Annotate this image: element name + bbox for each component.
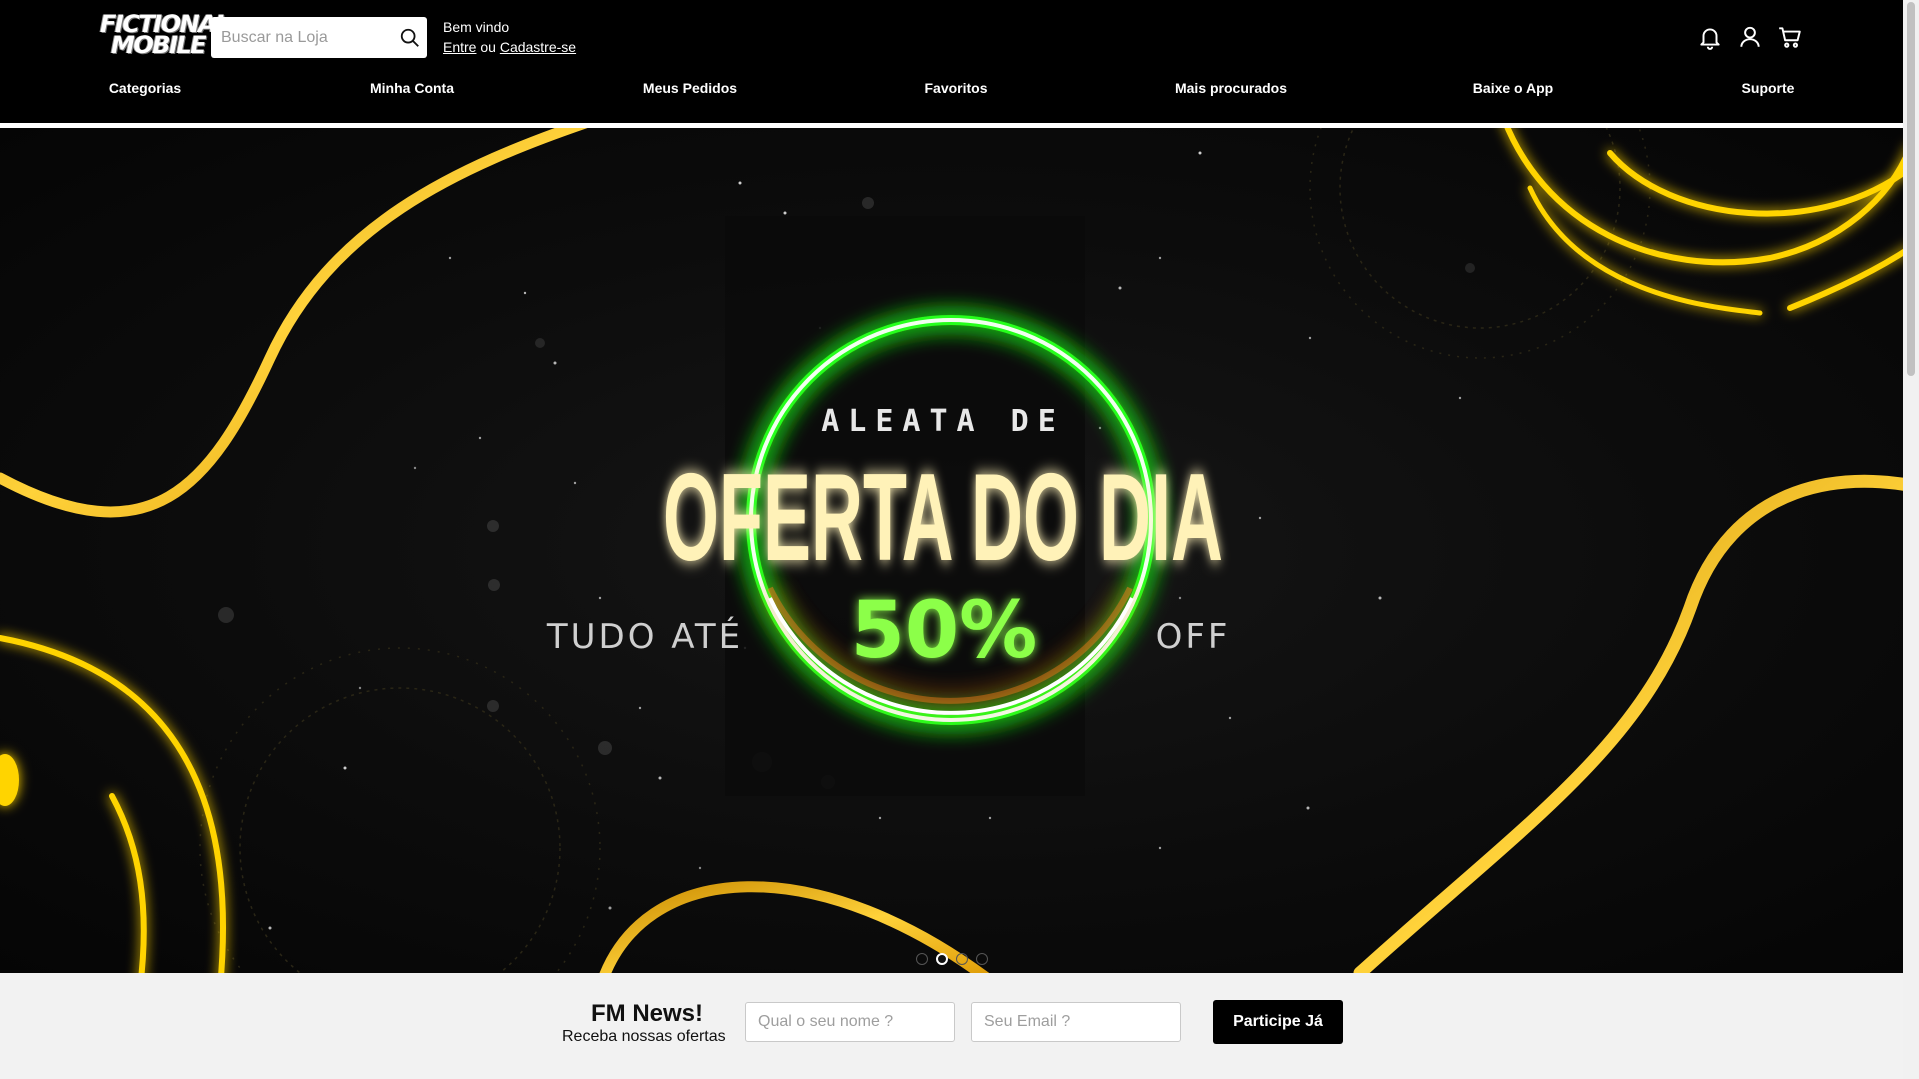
search-icon[interactable] xyxy=(399,27,421,49)
page-scrollbar[interactable] xyxy=(1903,0,1919,1079)
bell-icon[interactable] xyxy=(1697,24,1723,50)
carousel-dot-1[interactable] xyxy=(916,953,928,965)
hero-eyebrow: ALEATA DE xyxy=(821,404,1065,439)
carousel-dot-4[interactable] xyxy=(976,953,988,965)
nav-item-favoritos[interactable]: Favoritos xyxy=(924,80,987,96)
nav-item-meus-pedidos[interactable]: Meus Pedidos xyxy=(643,80,737,96)
auth-separator: ou xyxy=(476,39,500,55)
nav-item-minha-conta[interactable]: Minha Conta xyxy=(370,80,454,96)
carousel-dot-3[interactable] xyxy=(956,953,968,965)
hero-headline: OFERTA DO DIA xyxy=(663,449,1223,587)
brand-logo[interactable]: FICTIONAL MOBILE xyxy=(100,12,231,60)
page: FICTIONAL MOBILE Bem vindo Entre ou Cada… xyxy=(0,0,1919,1079)
newsletter-subtitle: Receba nossas ofertas xyxy=(562,1028,726,1045)
nav-item-baixe-o-app[interactable]: Baixe o App xyxy=(1473,80,1553,96)
hero-headline-group: OFERTA DO DIA xyxy=(663,449,1223,587)
user-icon[interactable] xyxy=(1737,24,1763,50)
carousel-dots xyxy=(916,953,988,967)
welcome-greeting: Bem vindo xyxy=(443,19,510,35)
logo-line-2: MOBILE xyxy=(111,31,207,59)
welcome-block: Bem vindo Entre ou Cadastre-se xyxy=(443,17,576,57)
scrollbar-thumb[interactable] xyxy=(1907,2,1915,376)
search-box xyxy=(211,17,427,58)
hero-suffix: OFF xyxy=(1156,617,1231,657)
hero-banner[interactable]: ALEATA DE OFERTA DO DIA TUDO ATÉ 50% OFF xyxy=(0,128,1903,973)
login-link[interactable]: Entre xyxy=(443,39,476,55)
signup-link[interactable]: Cadastre-se xyxy=(500,39,576,55)
cart-icon[interactable] xyxy=(1777,24,1803,50)
nav-item-mais-procurados[interactable]: Mais procurados xyxy=(1175,80,1287,96)
newsletter-name-input[interactable] xyxy=(745,1002,955,1042)
search-input[interactable] xyxy=(211,17,391,58)
welcome-auth-links: Entre ou Cadastre-se xyxy=(443,37,576,57)
hero-text-layer: ALEATA DE OFERTA DO DIA TUDO ATÉ 50% OFF xyxy=(546,404,1231,676)
carousel-dot-2-active[interactable] xyxy=(936,953,948,965)
hero-discount: 50% xyxy=(851,586,1038,676)
site-header: FICTIONAL MOBILE Bem vindo Entre ou Cada… xyxy=(0,0,1903,123)
main-nav: Categorias Minha Conta Meus Pedidos Favo… xyxy=(0,80,1903,102)
nav-item-categorias[interactable]: Categorias xyxy=(109,80,181,96)
newsletter-submit-button[interactable]: Participe Já xyxy=(1213,1000,1343,1044)
nav-item-suporte[interactable]: Suporte xyxy=(1742,80,1795,96)
hero-prefix: TUDO ATÉ xyxy=(546,616,743,657)
newsletter-title: FM News! xyxy=(591,1000,704,1027)
newsletter-email-input[interactable] xyxy=(971,1002,1181,1042)
